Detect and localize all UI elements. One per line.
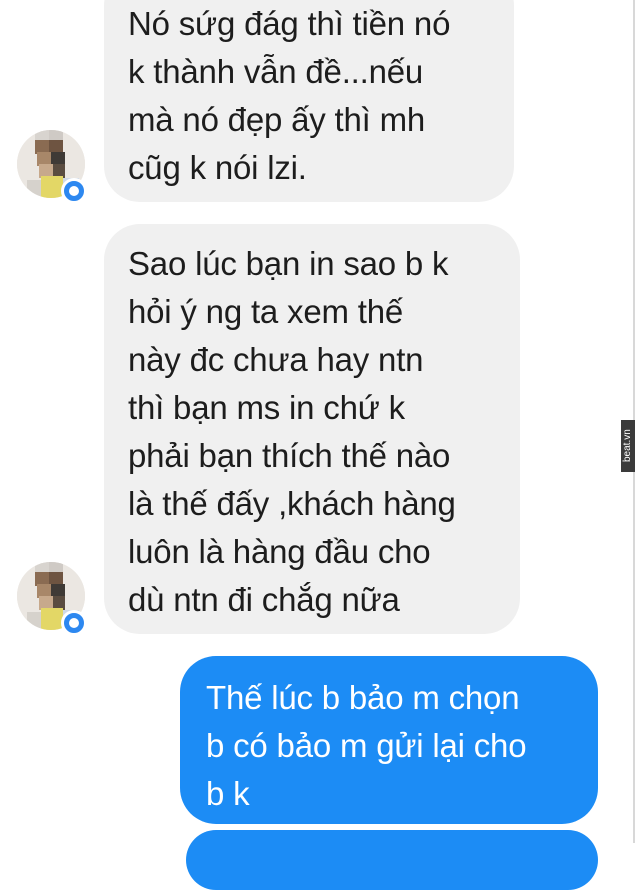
message-line: này đc chưa hay ntn xyxy=(128,341,424,378)
incoming-message-bubble[interactable]: Nó sứg đág thì tiền nó k thành vẫn đề...… xyxy=(104,0,514,202)
incoming-message-bubble[interactable]: Sao lúc bạn in sao b k hỏi ý ng ta xem t… xyxy=(104,224,520,634)
message-line: Sao lúc bạn in sao b k xyxy=(128,245,449,282)
message-line: phải bạn thích thế nào xyxy=(128,437,451,474)
outgoing-message-bubble[interactable]: Thế lúc b bảo m chọn b có bảo m gửi lại … xyxy=(180,656,598,824)
messenger-badge-icon xyxy=(61,610,87,636)
message-line: cũg k nói lzi. xyxy=(128,149,307,186)
message-line: b có bảo m gửi lại cho xyxy=(206,727,527,764)
message-line: Nó sứg đág thì tiền nó xyxy=(128,5,451,42)
outgoing-message-bubble[interactable] xyxy=(186,830,598,890)
message-thread: Nó sứg đág thì tiền nó k thành vẫn đề...… xyxy=(0,0,635,890)
message-line: b k xyxy=(206,775,250,812)
message-line: dù ntn đi chắg nữa xyxy=(128,581,400,618)
message-line: mà nó đẹp ấy thì mh xyxy=(128,101,426,138)
message-line: thì bạn ms in chứ k xyxy=(128,389,405,426)
messenger-badge-icon xyxy=(61,178,87,204)
message-line: k thành vẫn đề...nếu xyxy=(128,53,424,90)
message-line: hỏi ý ng ta xem thế xyxy=(128,293,404,330)
message-line: luôn là hàng đầu cho xyxy=(128,533,431,570)
message-line: Thế lúc b bảo m chọn xyxy=(206,679,520,716)
message-line: là thế đấy ,khách hàng xyxy=(128,485,456,522)
watermark: beat.vn xyxy=(621,420,635,472)
